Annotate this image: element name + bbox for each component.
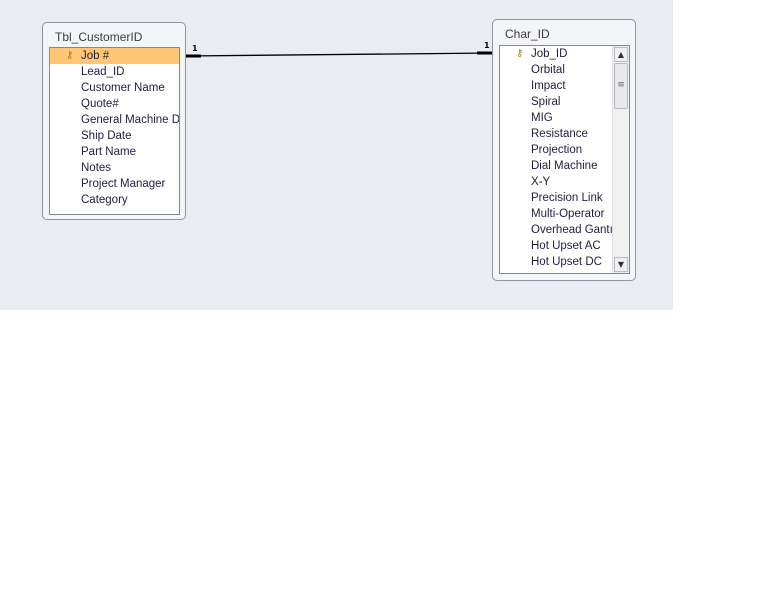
scroll-up-button[interactable]: ▲ [614, 47, 628, 62]
field-row[interactable]: General Machine D [50, 112, 179, 128]
field-name: Ship Date [81, 130, 132, 142]
scroll-down-button[interactable]: ▼ [614, 257, 628, 272]
field-row[interactable]: Resistance [500, 126, 629, 142]
field-row[interactable]: Lead_ID [50, 64, 179, 80]
field-name: Job # [81, 50, 110, 62]
field-row[interactable]: Overhead Gantı [500, 222, 629, 238]
table-tbl-customerid[interactable]: Tbl_CustomerID ⚷ Job # Lead_ID Customer Nam… [42, 22, 186, 220]
field-name: Category [81, 194, 128, 206]
field-name: Overhead Gantı [531, 224, 613, 236]
field-row[interactable]: Category [50, 192, 179, 208]
field-name: Lead_ID [81, 66, 125, 78]
table-char-id[interactable]: Char_ID ⚷ Job_ID Orbital Impact Spiral MIG Res… [492, 19, 636, 281]
scroll-thumb[interactable]: ≡ [614, 63, 628, 109]
field-name: X-Y [531, 176, 551, 188]
relationships-canvas[interactable]: 1 1 Tbl_CustomerID ⚷ Job # Lead_ID Customer… [0, 0, 673, 310]
field-name: Project Manager [81, 178, 166, 190]
field-name: Customer Name [81, 82, 165, 94]
cardinality-left: 1 [192, 44, 198, 53]
field-row[interactable]: Multi-Operator [500, 206, 629, 222]
field-row[interactable]: Hot Upset AC [500, 238, 629, 254]
field-name: Hot Upset DC [531, 256, 602, 268]
field-name: Spiral [531, 96, 561, 108]
key-icon: ⚷ [66, 50, 74, 61]
field-row[interactable]: Precision Link [500, 190, 629, 206]
field-name: Quote# [81, 98, 119, 110]
field-primary-key[interactable]: ⚷ Job # [50, 48, 179, 64]
field-row[interactable]: Quote# [50, 96, 179, 112]
field-name: Precision Link [531, 192, 603, 204]
table-title: Char_ID [505, 27, 550, 41]
field-name: Dial Machine [531, 160, 598, 172]
field-name: Projection [531, 144, 583, 156]
field-row[interactable]: Projection [500, 142, 629, 158]
field-list[interactable]: ⚷ Job # Lead_ID Customer Name Quote# General … [49, 47, 180, 215]
field-row[interactable]: Hot Upset DC [500, 254, 629, 270]
field-row[interactable]: Notes [50, 160, 179, 176]
field-name: Orbital [531, 64, 565, 76]
field-row[interactable]: Orbital [500, 62, 629, 78]
field-row[interactable]: X-Y [500, 174, 629, 190]
field-name: Multi-Operator [531, 208, 605, 220]
field-row[interactable]: Customer Name [50, 80, 179, 96]
field-row[interactable]: MIG [500, 110, 629, 126]
field-name: Impact [531, 80, 566, 92]
field-name: Job_ID [531, 48, 568, 60]
field-name: Resistance [531, 128, 588, 140]
field-row[interactable]: Part Name [50, 144, 179, 160]
scrollbar[interactable]: ▲ ≡ ▼ [612, 46, 629, 273]
key-icon: ⚷ [516, 48, 524, 59]
field-list[interactable]: ⚷ Job_ID Orbital Impact Spiral MIG Resistance P… [499, 45, 630, 274]
field-row[interactable]: Dial Machine [500, 158, 629, 174]
field-name: Notes [81, 162, 112, 174]
table-title: Tbl_CustomerID [55, 30, 143, 44]
field-name: Hot Upset AC [531, 240, 601, 252]
field-name: General Machine D [81, 114, 180, 126]
field-row[interactable]: Spiral [500, 94, 629, 110]
field-primary-key[interactable]: ⚷ Job_ID [500, 46, 629, 62]
field-name: MIG [531, 112, 553, 124]
cardinality-right: 1 [484, 41, 490, 50]
field-name: Part Name [81, 146, 136, 158]
field-row[interactable]: Project Manager [50, 176, 179, 192]
field-row[interactable]: Impact [500, 78, 629, 94]
field-row[interactable]: Ship Date [50, 128, 179, 144]
